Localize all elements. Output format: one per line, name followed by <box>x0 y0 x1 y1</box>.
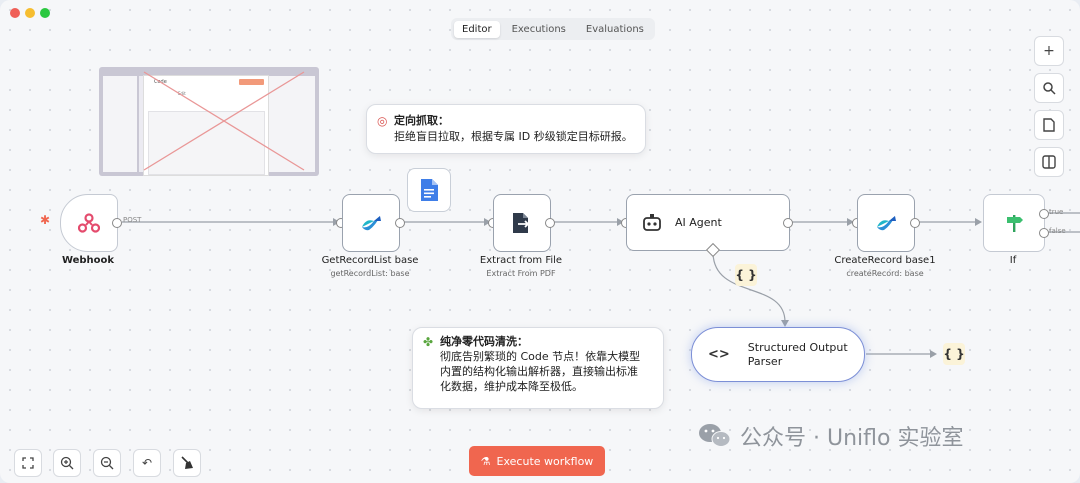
structured-output-parser-node[interactable]: <> Structured Output Parser <box>691 327 865 382</box>
parser-label-line-2: Parser <box>747 354 783 368</box>
webhook-label: Webhook <box>61 255 115 266</box>
execute-workflow-label: Execute workflow <box>496 454 594 468</box>
sticky-note-button[interactable] <box>1034 110 1064 140</box>
fit-view-icon <box>22 457 34 469</box>
tidy-up-button[interactable] <box>173 449 201 477</box>
callout-body: 拒绝盲目拉取，根据专属 ID 秒级锁定目标研报。 <box>394 130 633 143</box>
arrowhead-output <box>930 350 937 358</box>
search-nodes-button[interactable] <box>1034 73 1064 103</box>
add-node-button[interactable]: + <box>1034 36 1064 66</box>
undo-button[interactable]: ↶ <box>133 449 161 477</box>
puzzle-icon: ✤ <box>423 335 434 349</box>
createrecord-sublabel: createRecord: base <box>846 269 924 278</box>
if-label: If <box>1009 255 1017 266</box>
wechat-icon <box>699 424 731 447</box>
callout-line-3: 化数据，维护成本降至极低。 <box>440 380 583 393</box>
robot-icon <box>643 213 661 231</box>
file-extract-icon <box>513 213 530 233</box>
extract-label: Extract from File <box>479 255 563 266</box>
toggle-panel-button[interactable] <box>1034 147 1064 177</box>
arrowhead-parser <box>781 320 789 327</box>
base-icon <box>362 216 381 231</box>
undo-icon: ↶ <box>141 456 153 470</box>
code-node-thumbnail: Code Edit <box>99 67 319 176</box>
connection-agent-parser <box>712 251 786 323</box>
arrowhead-if <box>975 218 982 226</box>
getrecordlist-sublabel: getRecordList: base <box>330 269 410 278</box>
createrecord-label: CreateRecord base1 <box>834 255 936 266</box>
parser-label-line-1: Structured Output <box>747 340 848 354</box>
broom-icon <box>181 456 193 469</box>
zoom-in-icon <box>60 456 74 470</box>
cross-out-mark <box>143 71 305 171</box>
if-true-label: true <box>1049 208 1064 216</box>
watermark: 公众号 · Uniflo 实验室 <box>698 420 963 452</box>
callout-pure-cleaning: ✤ 纯净零代码清洗： 彻底告别繁琐的 Code 节点！依靠大模型 内置的结构化输… <box>412 327 664 409</box>
zoom-out-icon <box>100 456 114 470</box>
if-node[interactable] <box>983 194 1045 252</box>
zoom-in-button[interactable] <box>53 449 81 477</box>
webhook-node[interactable] <box>60 194 118 252</box>
code-brackets-icon: <> <box>708 347 730 362</box>
ai-agent-label: AI Agent <box>675 216 722 229</box>
callout-line-2: 内置的结构化输出解析器，直接输出标准 <box>440 365 638 378</box>
execute-workflow-button[interactable]: ⚗ Execute workflow <box>469 446 605 476</box>
google-doc-node[interactable] <box>407 168 451 212</box>
getrecordlist-node[interactable] <box>342 194 400 252</box>
target-icon: ◎ <box>377 114 388 128</box>
callout-line-1: 彻底告别繁琐的 Code 节点！依靠大模型 <box>440 350 641 363</box>
extract-sublabel: Extract From PDF <box>486 269 556 278</box>
zoom-out-button[interactable] <box>93 449 121 477</box>
fit-view-button[interactable] <box>14 449 42 477</box>
webhook-output-port[interactable] <box>112 218 122 228</box>
trigger-lightning-icon: ✱ <box>40 213 51 227</box>
agent-output-port[interactable] <box>783 218 793 228</box>
callout-title: 纯净零代码清洗： <box>440 335 528 348</box>
createrecord-node[interactable] <box>857 194 915 252</box>
create-output-port[interactable] <box>910 218 920 228</box>
document-icon <box>421 179 438 201</box>
if-true-port[interactable] <box>1039 209 1049 219</box>
webhook-method-label: POST <box>123 216 142 224</box>
flask-icon: ⚗ <box>480 454 491 468</box>
ai-agent-node[interactable]: AI Agent <box>626 194 790 251</box>
output-brace-badge: { } <box>943 343 965 365</box>
extract-output-port[interactable] <box>545 218 555 228</box>
note-icon <box>1043 118 1055 132</box>
plus-icon: + <box>1043 43 1055 59</box>
getrecordlist-label: GetRecordList base <box>321 255 419 266</box>
structured-output-brace-badge: { } <box>735 264 757 286</box>
watermark-text: 公众号 · Uniflo 实验室 <box>740 426 964 451</box>
search-icon <box>1043 82 1056 95</box>
parser-label: Structured Output Parser <box>748 341 848 369</box>
webhook-icon <box>78 213 100 233</box>
extract-node[interactable] <box>493 194 551 252</box>
app-window: Editor Executions Evaluations Code Ed <box>0 0 1080 483</box>
signpost-icon <box>1007 215 1023 232</box>
base-icon <box>877 216 896 231</box>
if-false-port[interactable] <box>1039 228 1049 238</box>
callout-targeted-fetch: ◎ 定向抓取： 拒绝盲目拉取，根据专属 ID 秒级锁定目标研报。 <box>366 104 646 154</box>
if-false-label: false <box>1049 227 1066 235</box>
panel-icon <box>1042 155 1056 169</box>
getrecordlist-output-port[interactable] <box>395 218 405 228</box>
callout-title: 定向抓取： <box>394 114 449 127</box>
